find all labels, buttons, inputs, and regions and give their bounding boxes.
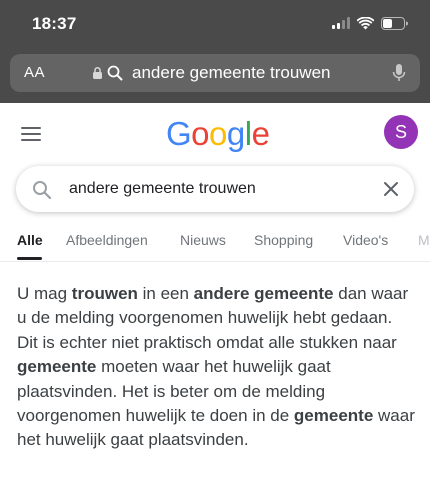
snippet-text: in een (137, 284, 194, 303)
status-icons (332, 16, 408, 30)
tab-videos[interactable]: Video's (343, 232, 388, 248)
tab-shopping[interactable]: Shopping (254, 232, 313, 248)
menu-icon[interactable] (21, 127, 41, 141)
cellular-signal-icon (332, 17, 350, 29)
address-bar[interactable]: AA andere gemeente trouwen (10, 54, 420, 92)
tab-alle[interactable]: Alle (17, 232, 43, 248)
search-icon[interactable] (32, 180, 52, 200)
text-size-button[interactable]: AA (24, 64, 45, 81)
search-tabs: Alle Afbeeldingen Nieuws Shopping Video'… (0, 222, 430, 262)
search-icon (107, 65, 123, 81)
battery-icon (381, 16, 408, 30)
snippet-text: U mag (17, 284, 72, 303)
logo-letter: e (251, 115, 270, 152)
tab-nieuws[interactable]: Nieuws (180, 232, 226, 248)
avatar[interactable]: S (384, 115, 418, 149)
snippet-highlight: gemeente (17, 357, 97, 377)
tab-afbeeldingen[interactable]: Afbeeldingen (66, 232, 148, 248)
browser-chrome: 18:37 AA andere gemeente trouwen (0, 0, 430, 103)
logo-letter: o (191, 115, 210, 152)
microphone-icon[interactable] (392, 63, 406, 83)
snippet-highlight: andere gemeente (193, 284, 334, 303)
status-bar: 18:37 (0, 0, 430, 48)
search-input[interactable]: andere gemeente trouwen (69, 180, 256, 198)
snippet-highlight: gemeente (293, 406, 374, 426)
logo-letter: l (244, 115, 252, 152)
logo-letter: g (226, 115, 245, 152)
snippet-highlight: trouwen (71, 284, 138, 303)
tab-more[interactable]: M (418, 232, 430, 248)
url-text[interactable]: andere gemeente trouwen (132, 63, 330, 83)
close-icon[interactable] (382, 180, 400, 198)
url-icons (92, 65, 123, 81)
logo-letter: o (209, 115, 227, 152)
wifi-icon (357, 16, 374, 30)
google-header: Google S (0, 103, 430, 163)
logo-letter: G (166, 115, 192, 152)
search-box[interactable]: andere gemeente trouwen (16, 166, 414, 212)
featured-snippet: U mag trouwen in een andere gemeente dan… (17, 282, 415, 453)
active-tab-indicator (17, 257, 42, 260)
status-time: 18:37 (32, 14, 77, 33)
google-logo[interactable]: Google (166, 115, 270, 153)
lock-icon (93, 66, 102, 79)
